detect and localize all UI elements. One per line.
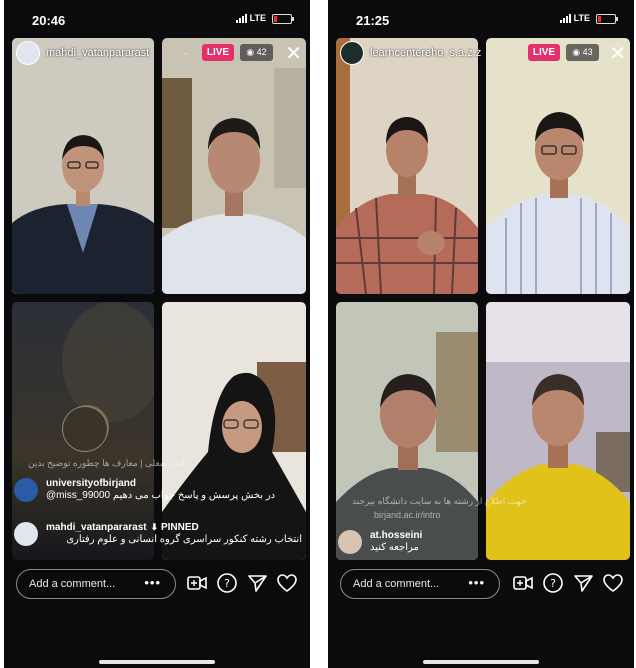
comment-input[interactable]: Add a comment... ••• [16,569,176,599]
comment-item: universityofbirjand @miss_99000 در بخش پ… [14,478,302,518]
signal-bars-icon [235,13,247,23]
left-phone-screen: 20:46 LTE mahdi_vatanpararast ⌄ LIVE ◉ 4… [4,0,310,668]
comment-placeholder: Add a comment... [29,578,116,590]
host-username[interactable]: learncentereho, s.a.z.z [370,47,481,59]
eye-icon: ◉ [572,47,581,57]
comment-item: at.hosseini مراجعه کنید [338,530,626,560]
status-bar: 20:46 LTE [4,0,310,34]
comment-username[interactable]: mahdi_vatanpararast [46,522,147,533]
pinned-comment: mahdi_vatanpararast ⬇ PINNED انتخاب رشته … [14,522,302,556]
comment-username[interactable]: universityofbirjand [46,478,136,489]
signal-indicator: LTE [235,13,266,23]
video-camera-icon[interactable] [186,572,208,594]
signal-indicator: LTE [559,13,590,23]
carrier-label: LTE [249,13,266,23]
pin-icon: ⬇ [150,522,159,532]
live-header: mahdi_vatanpararast ⌄ LIVE ◉ 42 ✕ [4,38,310,68]
video-tile-guest-3 [486,302,630,560]
chevron-down-icon[interactable]: ⌄ [182,47,190,58]
comment-username[interactable]: at.hosseini [370,530,422,541]
live-badge: LIVE [528,44,560,61]
commenter-avatar[interactable] [14,478,38,502]
question-icon[interactable]: ? [216,572,238,594]
video-tile-host [336,38,478,294]
comment-username-pinned[interactable]: mahdi_vatanpararast ⬇ PINNED [46,522,199,533]
right-phone-screen: 21:25 LTE learncentereho, s.a.z.z LIVE ◉… [328,0,634,668]
home-indicator [423,660,539,664]
battery-icon [272,14,294,24]
clock: 20:46 [32,13,66,28]
pinned-label: PINNED [160,522,199,533]
live-header: learncentereho, s.a.z.z LIVE ◉ 43 ✕ [328,38,634,68]
video-tile-guest-2 [336,302,478,560]
commenter-avatar[interactable] [338,530,362,554]
svg-text:?: ? [550,577,556,590]
viewer-count-value: 42 [256,47,267,57]
live-badge: LIVE [202,44,234,61]
more-icon[interactable]: ••• [468,575,485,590]
comment-text: مراجعه کنید [370,542,419,553]
comment-bar: Add a comment... ••• ? [4,568,310,599]
comment-placeholder: Add a comment... [353,578,440,590]
faded-comment: جهت اطلاع از رشته ها به سایت دانشگاه بیر… [352,496,527,506]
viewer-count[interactable]: ◉ 42 [240,44,273,61]
carrier-label: LTE [573,13,590,23]
video-tile-guest-1 [162,38,306,294]
viewer-count-value: 43 [582,47,593,57]
faded-comment-link: birjand.ac.ir/intro [374,510,441,520]
viewer-count[interactable]: ◉ 43 [566,44,599,61]
close-icon[interactable]: ✕ [609,41,626,66]
question-icon[interactable]: ? [542,572,564,594]
paper-plane-icon[interactable] [246,572,268,594]
comment-text: انتخاب رشته کنکور سراسری گروه انسانی و ع… [66,534,302,545]
comment-text: @miss_99000 در بخش پرسش و پاسخ جواب می د… [46,490,276,501]
comment-input[interactable]: Add a comment... ••• [340,569,500,599]
paper-plane-icon[interactable] [572,572,594,594]
heart-icon[interactable] [276,572,298,594]
comment-bar: Add a comment... ••• ? [328,568,634,599]
home-indicator [99,660,215,664]
host-avatar[interactable] [16,41,40,65]
heart-icon[interactable] [602,572,624,594]
host-avatar[interactable] [340,41,364,65]
signal-bars-icon [559,13,571,23]
commenter-avatar[interactable] [14,522,38,546]
battery-icon [596,14,618,24]
video-tile-host [12,38,154,294]
host-username[interactable]: mahdi_vatanpararast [46,47,149,59]
eye-icon: ◉ [246,47,255,57]
clock: 21:25 [356,13,390,28]
guest-request-avatar[interactable] [62,406,108,452]
video-tile-guest-1 [486,38,630,294]
faded-comment: ... ایده شغلی | معارف ها چطوره توضیح بدی… [28,458,195,468]
status-bar: 21:25 LTE [328,0,634,34]
video-camera-icon[interactable] [512,572,534,594]
svg-text:?: ? [224,577,230,590]
close-icon[interactable]: ✕ [285,41,302,66]
more-icon[interactable]: ••• [144,575,161,590]
